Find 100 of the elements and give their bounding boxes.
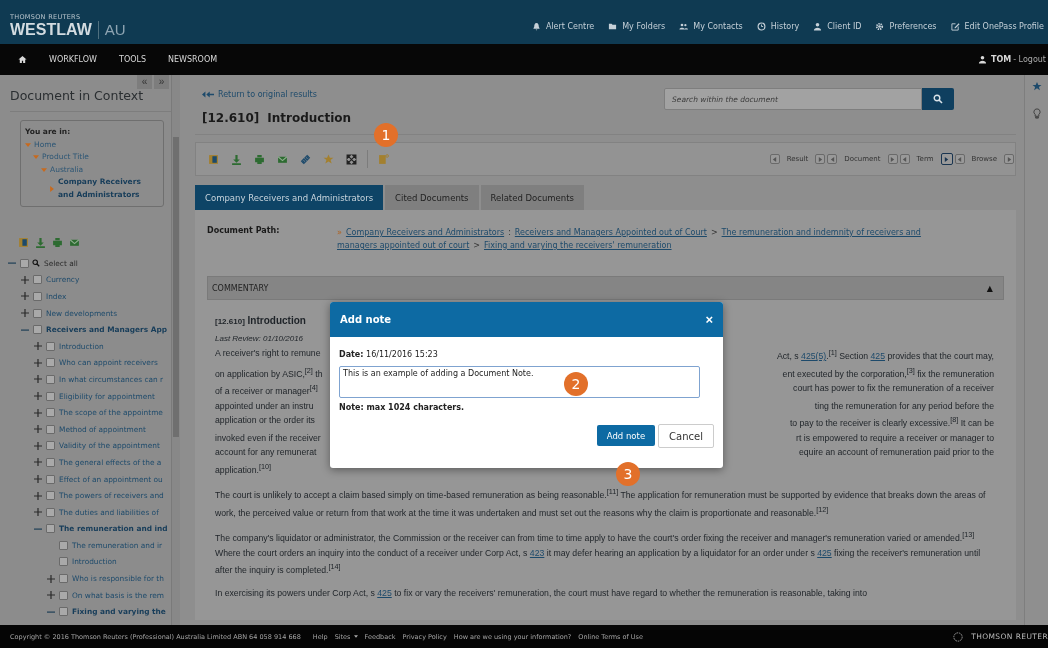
double-arrow-icon <box>202 91 214 98</box>
next-button[interactable] <box>887 154 898 164</box>
clock-icon <box>756 21 766 31</box>
checkbox[interactable] <box>33 325 42 335</box>
checkbox[interactable] <box>46 341 55 351</box>
print-icon[interactable] <box>254 153 265 165</box>
logout-link[interactable]: - Logout <box>1013 55 1046 64</box>
checkbox[interactable] <box>33 292 42 301</box>
star-icon[interactable] <box>1031 81 1042 92</box>
add-note-button[interactable]: Add note <box>596 425 656 446</box>
checkbox[interactable] <box>20 258 29 268</box>
header-link[interactable]: Preferences <box>875 21 937 31</box>
document-path-links[interactable]: » Company Receivers and Administrators : Receivers and Managers Appointed out of Court > The remuneration and indemnity of receivers and managers appointed out of court > Fixing and varying the receivers' remuneration <box>337 226 947 252</box>
section-link[interactable]: 425 <box>817 547 832 558</box>
section-header[interactable]: COMMENTARY ▲ <box>207 276 1004 300</box>
expand-toggle[interactable] <box>21 292 29 301</box>
person-icon <box>813 21 823 31</box>
download-icon[interactable] <box>35 237 46 248</box>
header-link[interactable]: Edit OnePass Profile <box>950 21 1044 31</box>
paragraph-text: of a receiver or manager$^{[4]}$ <box>215 382 318 399</box>
email-icon[interactable] <box>69 237 80 248</box>
lightbulb-icon[interactable] <box>1031 108 1042 119</box>
return-link[interactable]: Return to original results <box>202 90 352 99</box>
checkbox[interactable] <box>59 607 68 617</box>
close-button[interactable]: × <box>705 312 713 327</box>
home-icon[interactable] <box>18 55 27 64</box>
checkbox[interactable] <box>46 424 55 434</box>
checkbox[interactable] <box>59 574 68 584</box>
expand-toggle[interactable] <box>34 375 42 384</box>
header-link[interactable]: History <box>756 21 800 31</box>
paragraph-text: appointed under an instru <box>215 399 314 413</box>
checkbox[interactable] <box>46 457 55 467</box>
expand-toggle[interactable] <box>21 309 29 318</box>
expand-toggle[interactable] <box>34 491 42 500</box>
header-link[interactable]: Alert Centre <box>531 21 595 31</box>
section-link[interactable]: 423 <box>529 547 545 558</box>
header-link[interactable]: My Folders <box>608 21 666 31</box>
tab[interactable]: Related Documents <box>480 185 584 210</box>
cancel-button[interactable]: Cancel <box>658 424 714 448</box>
next-button[interactable] <box>815 154 826 164</box>
paragraph-text: In exercising its powers under Corp Act, s 425 to fix or vary the receivers' remuneration, the court must have regard to whether the remuneration is reasonable, taking into <box>215 586 869 600</box>
section-link[interactable]: 425 <box>377 587 392 598</box>
expand-toggle[interactable] <box>34 408 42 417</box>
nav-menu-item[interactable]: WORKFLOW <box>49 55 97 64</box>
checkbox[interactable] <box>33 275 42 285</box>
fullscreen-icon[interactable] <box>346 153 357 165</box>
tab[interactable]: Company Receivers and Administrators <box>195 185 384 210</box>
settings-icon <box>875 21 885 31</box>
checkbox[interactable] <box>46 441 55 451</box>
collapse-button[interactable]: « <box>137 75 152 89</box>
email-icon[interactable] <box>277 153 288 165</box>
checkbox[interactable] <box>46 408 55 418</box>
expand-toggle[interactable] <box>21 275 29 284</box>
expand-toggle[interactable] <box>34 425 42 434</box>
brand-logo[interactable]: WESTLAW <box>10 21 99 39</box>
header-link[interactable]: Client ID <box>813 21 862 31</box>
add-note-icon[interactable] <box>378 153 389 165</box>
star-icon[interactable] <box>323 153 334 165</box>
expand-toggle[interactable] <box>34 475 42 483</box>
section-link[interactable]: 425 <box>870 351 886 362</box>
document-icon[interactable] <box>208 153 219 165</box>
collapse-icon[interactable]: ▲ <box>986 283 993 293</box>
checkbox[interactable] <box>46 507 55 517</box>
search-icon[interactable] <box>32 259 40 268</box>
nav-menu-item[interactable]: TOOLS <box>119 55 146 64</box>
expand-toggle[interactable] <box>34 392 42 401</box>
expand-toggle[interactable] <box>34 342 42 351</box>
search-button[interactable] <box>922 88 954 110</box>
link-icon[interactable] <box>300 153 311 165</box>
checkbox[interactable] <box>59 590 68 600</box>
nav-menu-item[interactable]: NEWSROOM <box>168 55 218 64</box>
tab[interactable]: Cited Documents <box>385 185 479 210</box>
scrollbar[interactable] <box>172 75 180 625</box>
checkbox[interactable] <box>46 374 55 384</box>
expand-toggle[interactable] <box>34 458 42 467</box>
checkbox[interactable] <box>59 557 68 567</box>
previous-button[interactable] <box>769 154 780 164</box>
checkbox[interactable] <box>46 491 55 501</box>
checkbox[interactable] <box>59 540 68 550</box>
checkbox[interactable] <box>46 358 55 368</box>
next-button[interactable] <box>1004 154 1014 164</box>
document-icon[interactable] <box>18 237 29 248</box>
expand-toggle[interactable] <box>34 441 42 450</box>
caret-right-icon <box>817 156 823 162</box>
expand-toggle[interactable] <box>47 591 55 600</box>
checkbox[interactable] <box>33 308 42 318</box>
header-link[interactable]: My Contacts <box>679 21 743 31</box>
previous-button[interactable] <box>827 154 838 164</box>
previous-button[interactable] <box>954 154 965 164</box>
expand-button[interactable]: » <box>154 75 169 89</box>
expand-toggle[interactable] <box>34 508 42 517</box>
expand-toggle[interactable] <box>47 574 55 583</box>
print-icon[interactable] <box>52 237 63 248</box>
expand-toggle[interactable] <box>34 358 42 367</box>
checkbox[interactable] <box>46 391 55 401</box>
checkbox[interactable] <box>46 524 55 534</box>
checkbox[interactable] <box>46 474 55 484</box>
download-icon[interactable] <box>231 153 242 165</box>
previous-button[interactable] <box>899 154 910 164</box>
next-button[interactable] <box>940 153 953 165</box>
